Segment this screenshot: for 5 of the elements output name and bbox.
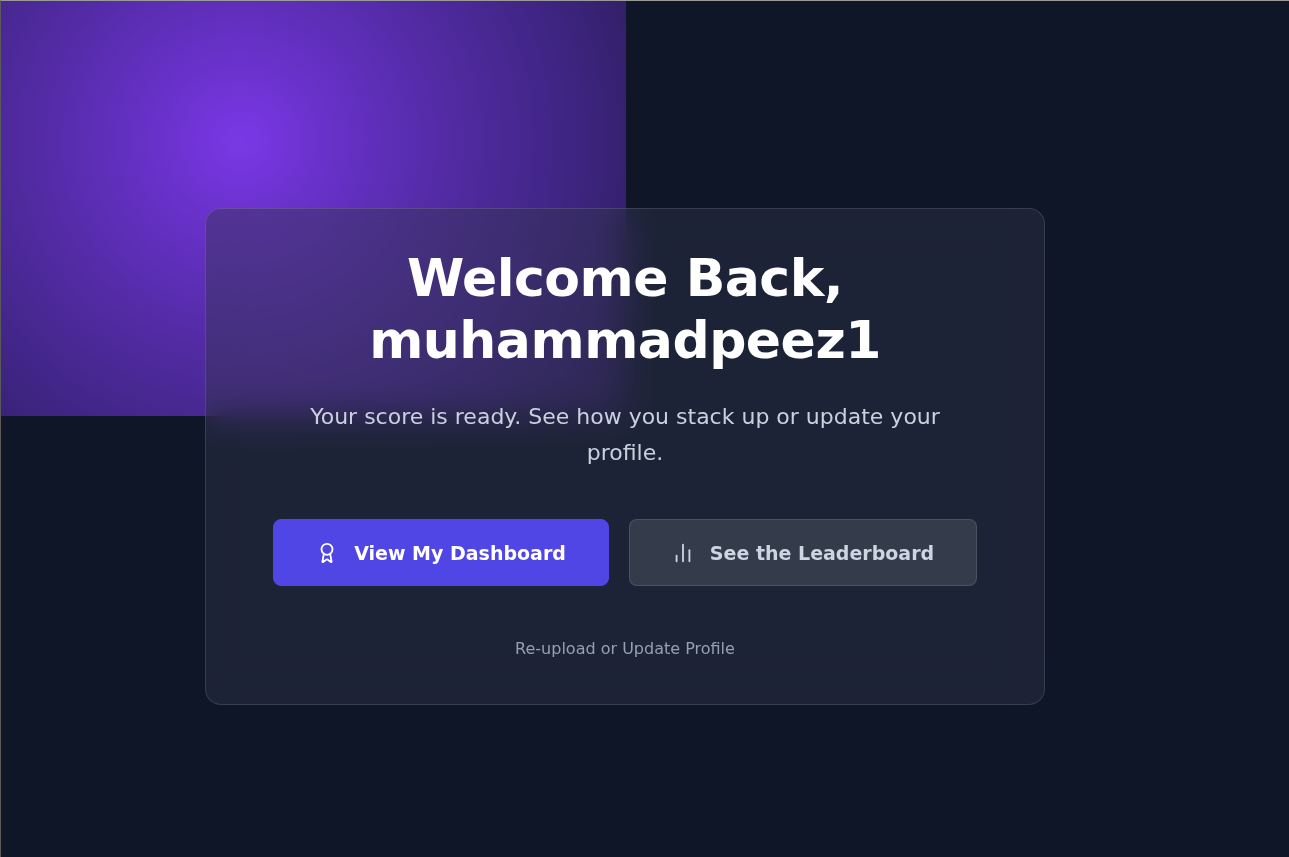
dashboard-button[interactable]: View My Dashboard (273, 519, 609, 586)
leaderboard-button[interactable]: See the Leaderboard (629, 519, 977, 586)
welcome-heading: Welcome Back, muhammadpeez1 (369, 247, 881, 371)
update-profile-link[interactable]: Re-upload or Update Profile (515, 638, 735, 660)
subtitle-text: Your score is ready. See how you stack up or update your profile. (309, 403, 941, 467)
